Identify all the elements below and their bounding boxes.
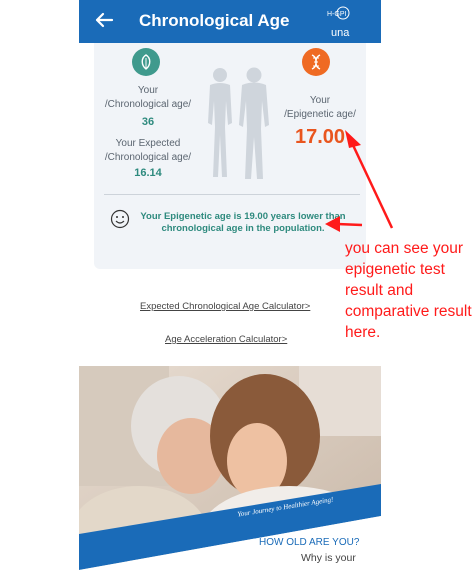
chronological-age-value: 36 [141, 116, 155, 128]
expected-age-calculator-link[interactable]: Expected Chronological Age Calculator> [140, 301, 310, 312]
annotation-note: you can see your epigenetic test result … [345, 240, 472, 341]
expected-age-value: 16.14 [134, 167, 162, 179]
age-acceleration-calculator-link[interactable]: Age Acceleration Calculator> [165, 334, 287, 345]
smiley-icon [110, 209, 130, 229]
age-results-card: Your /Chronological age/ 36 Your Expecte… [94, 43, 366, 269]
hero-question: HOW OLD ARE YOU? [259, 537, 360, 548]
leaf-icon [132, 48, 160, 76]
expected-age-label: Your Expected /Chronological age/ [104, 138, 192, 163]
dna-icon [302, 48, 330, 76]
epigenetic-age-value: 17.00 [294, 126, 346, 148]
page-title: Chronological Age [139, 11, 290, 30]
brand-logo: H-GPI [327, 6, 350, 20]
hero-subtext: Why is your [301, 552, 356, 564]
human-figures-illustration [208, 67, 269, 179]
back-arrow-icon[interactable] [93, 9, 115, 31]
epigenetic-age-label: Your /Epigenetic age/ [284, 95, 356, 120]
top-bar: Chronological Age H-GPI una [79, 0, 381, 43]
app-screen: Chronological Age H-GPI una Your /Chrono… [79, 0, 381, 570]
divider [104, 194, 360, 195]
svg-text:H-GPI: H-GPI [327, 11, 347, 18]
epigenetic-summary-text: Your Epigenetic age is 19.00 years lower… [140, 211, 346, 234]
hero-image: Your Journey to Healthier Ageing! HOW OL… [79, 366, 381, 570]
brand-name: una [331, 27, 350, 39]
chronological-age-label: Your /Chronological age/ [104, 85, 192, 110]
